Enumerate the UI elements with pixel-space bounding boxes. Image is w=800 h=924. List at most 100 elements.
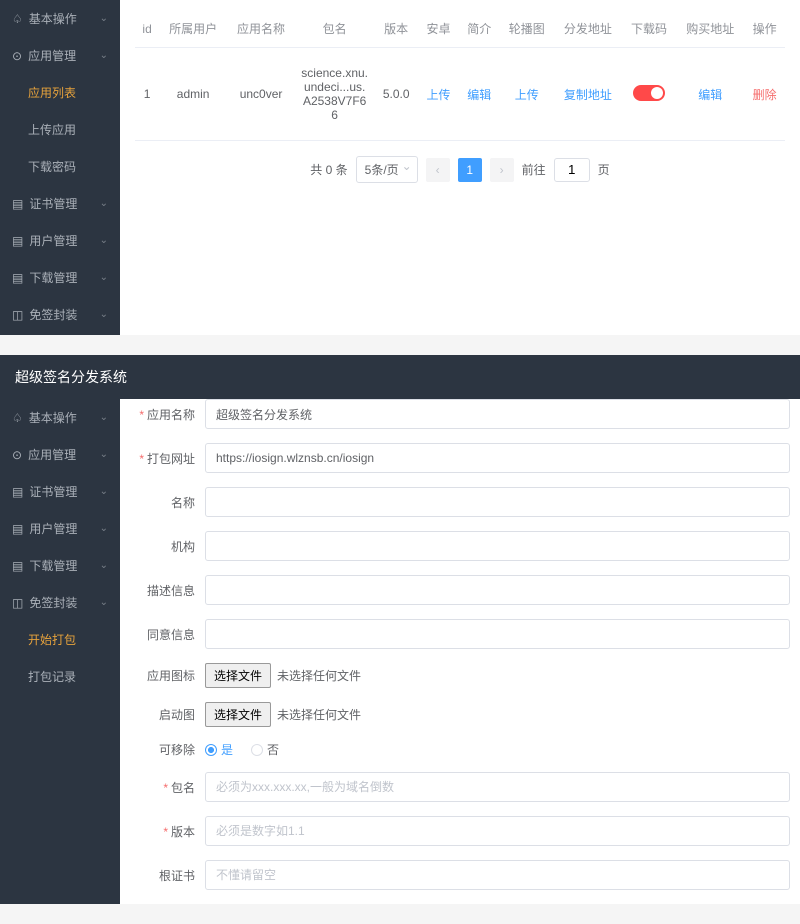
- android-upload-link[interactable]: 上传: [426, 88, 450, 102]
- download-icon: ▤: [12, 559, 23, 573]
- chevron-down-icon: ⌄: [100, 309, 108, 320]
- goto-input[interactable]: [554, 158, 590, 182]
- input-url[interactable]: [205, 443, 790, 473]
- input-cert[interactable]: [205, 860, 790, 890]
- input-version[interactable]: [205, 816, 790, 846]
- th-package: 包名: [295, 10, 374, 48]
- th-buy: 购买地址: [676, 10, 744, 48]
- sidebar-item-nosign2[interactable]: ◫免签封装 ⌄: [0, 584, 120, 621]
- total-text: 共 0 条: [310, 161, 347, 178]
- sidebar-top: ♤基本操作 ⌄ ⊙应用管理 ⌄ 应用列表 上传应用 下载密码 ▤证书管理 ⌄ ▤…: [0, 0, 120, 335]
- cell-appname: unc0ver: [227, 48, 295, 141]
- input-org[interactable]: [205, 531, 790, 561]
- input-package[interactable]: [205, 772, 790, 802]
- sidebar-item-nosign[interactable]: ◫免签封装 ⌄: [0, 296, 120, 333]
- th-appname: 应用名称: [227, 10, 295, 48]
- th-user: 所属用户: [159, 10, 227, 48]
- th-version: 版本: [374, 10, 418, 48]
- label-agree: 同意信息: [130, 626, 205, 643]
- sidebar-sub-packrecord[interactable]: 打包记录: [0, 658, 120, 695]
- sidebar-item-user[interactable]: ▤用户管理 ⌄: [0, 222, 120, 259]
- chevron-down-icon: ⌄: [100, 198, 108, 209]
- user-icon: ♤: [12, 411, 23, 425]
- launch-file-button[interactable]: 选择文件: [205, 702, 271, 727]
- sidebar-item-basic[interactable]: ♤基本操作 ⌄: [0, 0, 120, 37]
- sidebar-sub-password[interactable]: 下载密码: [0, 148, 120, 185]
- app-icon: ⊙: [12, 448, 22, 462]
- cell-user: admin: [159, 48, 227, 141]
- chevron-down-icon: ⌄: [100, 412, 108, 423]
- sidebar-bottom: ♤基本操作 ⌄ ⊙应用管理 ⌄ ▤证书管理 ⌄ ▤用户管理 ⌄ ▤下载管理 ⌄ …: [0, 399, 120, 904]
- sidebar-item-basic2[interactable]: ♤基本操作 ⌄: [0, 399, 120, 436]
- download-code-toggle[interactable]: [633, 85, 665, 101]
- label-url: 打包网址: [130, 450, 205, 467]
- page-1-button[interactable]: 1: [458, 158, 482, 182]
- page-title: 超级签名分发系统: [0, 355, 800, 399]
- sidebar-sub-startpack[interactable]: 开始打包: [0, 621, 120, 658]
- input-appname[interactable]: [205, 399, 790, 429]
- th-op: 操作: [744, 10, 785, 48]
- prev-page-button[interactable]: ‹: [426, 158, 450, 182]
- chevron-down-icon: ⌄: [100, 13, 108, 24]
- sidebar-item-app2[interactable]: ⊙应用管理 ⌄: [0, 436, 120, 473]
- input-desc[interactable]: [205, 575, 790, 605]
- carousel-upload-link[interactable]: 上传: [515, 88, 539, 102]
- icon-file-text: 未选择任何文件: [277, 667, 361, 684]
- user-mgr-icon: ▤: [12, 234, 23, 248]
- sidebar-sub-applist[interactable]: 应用列表: [0, 74, 120, 111]
- label-launch: 启动图: [130, 706, 205, 723]
- label-package: 包名: [130, 779, 205, 796]
- label-appname: 应用名称: [130, 406, 205, 423]
- cell-id: 1: [135, 48, 159, 141]
- cell-version: 5.0.0: [374, 48, 418, 141]
- buy-edit-link[interactable]: 编辑: [698, 88, 722, 102]
- radio-yes[interactable]: 是: [205, 741, 233, 758]
- dist-copy-link[interactable]: 复制地址: [564, 88, 612, 102]
- th-android: 安卓: [418, 10, 459, 48]
- table-row: 1 admin unc0ver science.xnu.undeci...us.…: [135, 48, 785, 141]
- icon-file-button[interactable]: 选择文件: [205, 663, 271, 688]
- label-cert: 根证书: [130, 867, 205, 884]
- chevron-down-icon: ⌄: [100, 50, 108, 61]
- chevron-down-icon: ⌄: [100, 486, 108, 497]
- sidebar-item-cert2[interactable]: ▤证书管理 ⌄: [0, 473, 120, 510]
- user-icon: ♤: [12, 12, 23, 26]
- label-name: 名称: [130, 494, 205, 511]
- pagination: 共 0 条 5条/页 ‹ 1 › 前往 页: [135, 141, 785, 198]
- app-table: id 所属用户 应用名称 包名 版本 安卓 简介 轮播图 分发地址 下载码 购买…: [135, 10, 785, 141]
- package-icon: ◫: [12, 308, 23, 322]
- sidebar-sub-upload[interactable]: 上传应用: [0, 111, 120, 148]
- user-mgr-icon: ▤: [12, 522, 23, 536]
- label-org: 机构: [130, 538, 205, 555]
- radio-no[interactable]: 否: [251, 741, 279, 758]
- launch-file-text: 未选择任何文件: [277, 706, 361, 723]
- intro-edit-link[interactable]: 编辑: [467, 88, 491, 102]
- chevron-down-icon: ⌄: [100, 235, 108, 246]
- app-icon: ⊙: [12, 49, 22, 63]
- cert-icon: ▤: [12, 197, 23, 211]
- main-content: id 所属用户 应用名称 包名 版本 安卓 简介 轮播图 分发地址 下载码 购买…: [120, 0, 800, 335]
- input-name[interactable]: [205, 487, 790, 517]
- chevron-down-icon: ⌄: [100, 449, 108, 460]
- chevron-down-icon: ⌄: [100, 272, 108, 283]
- sidebar-item-cert[interactable]: ▤证书管理 ⌄: [0, 185, 120, 222]
- radio-circle-icon: [251, 744, 263, 756]
- page-size-select[interactable]: 5条/页: [356, 156, 418, 183]
- chevron-down-icon: ⌄: [100, 597, 108, 608]
- goto-label: 前往: [522, 161, 546, 178]
- chevron-down-icon: ⌄: [100, 560, 108, 571]
- pack-form: 应用名称 打包网址 名称 机构 描述信息 同意信息: [120, 399, 800, 904]
- label-icon: 应用图标: [130, 667, 205, 684]
- delete-link[interactable]: 删除: [753, 88, 777, 102]
- sidebar-item-download[interactable]: ▤下载管理 ⌄: [0, 259, 120, 296]
- next-page-button[interactable]: ›: [490, 158, 514, 182]
- label-removable: 可移除: [130, 741, 205, 758]
- radio-circle-icon: [205, 744, 217, 756]
- th-code: 下载码: [622, 10, 676, 48]
- th-dist: 分发地址: [554, 10, 622, 48]
- sidebar-item-app[interactable]: ⊙应用管理 ⌄: [0, 37, 120, 74]
- sidebar-item-download2[interactable]: ▤下载管理 ⌄: [0, 547, 120, 584]
- page-suffix: 页: [598, 161, 610, 178]
- input-agree[interactable]: [205, 619, 790, 649]
- sidebar-item-user2[interactable]: ▤用户管理 ⌄: [0, 510, 120, 547]
